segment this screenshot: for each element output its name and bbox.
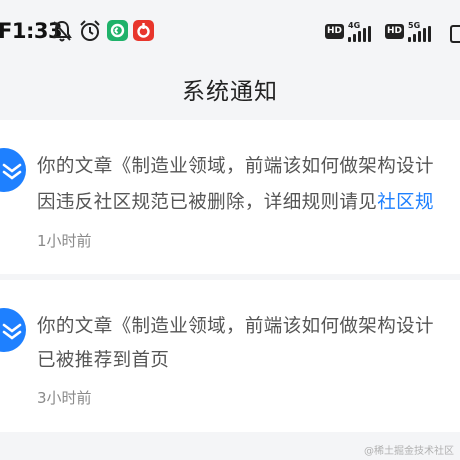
- notification-text-line1: 你的文章《制造业领域，前端该如何做架构设计: [37, 316, 434, 337]
- page-title: 系统通知: [182, 79, 278, 105]
- notification-text-line1: 你的文章《制造业领域，前端该如何做架构设计: [37, 156, 434, 177]
- notification-text-line2: 已被推荐到首页: [37, 350, 170, 371]
- status-right-icons: HD 4G HD 5G: [320, 21, 460, 46]
- green-app-icon: [107, 20, 128, 45]
- notification-text-line2: 因违反社区规范已被删除，详细规则请见社区规: [37, 188, 434, 214]
- battery-icon: [450, 25, 460, 43]
- watermark: @稀土掘金技术社区: [364, 446, 454, 457]
- community-rules-link[interactable]: 社区规: [377, 192, 434, 213]
- signal-bars-icon-2: [408, 26, 431, 42]
- notification-item[interactable]: 你的文章《制造业领域，前端该如何做架构设计 因违反社区规范已被删除，详细规则请见…: [0, 120, 460, 274]
- bell-off-icon: [52, 20, 72, 46]
- juejin-logo-icon: [0, 308, 26, 352]
- red-app-icon: [133, 20, 154, 45]
- status-bar: F1:33 HD 4G HD 5G: [0, 0, 460, 62]
- alarm-icon: [79, 20, 101, 46]
- notification-text: 因违反社区规范已被删除，详细规则请见: [37, 192, 378, 213]
- juejin-logo-icon: [0, 148, 26, 192]
- notification-time: 3小时前: [37, 389, 92, 407]
- hd-badge-2: HD: [385, 24, 404, 39]
- notification-time: 1小时前: [37, 232, 92, 250]
- signal-bars-icon: [348, 26, 371, 42]
- hd-badge: HD: [325, 24, 344, 39]
- notification-item[interactable]: 你的文章《制造业领域，前端该如何做架构设计 已被推荐到首页 3小时前: [0, 280, 460, 432]
